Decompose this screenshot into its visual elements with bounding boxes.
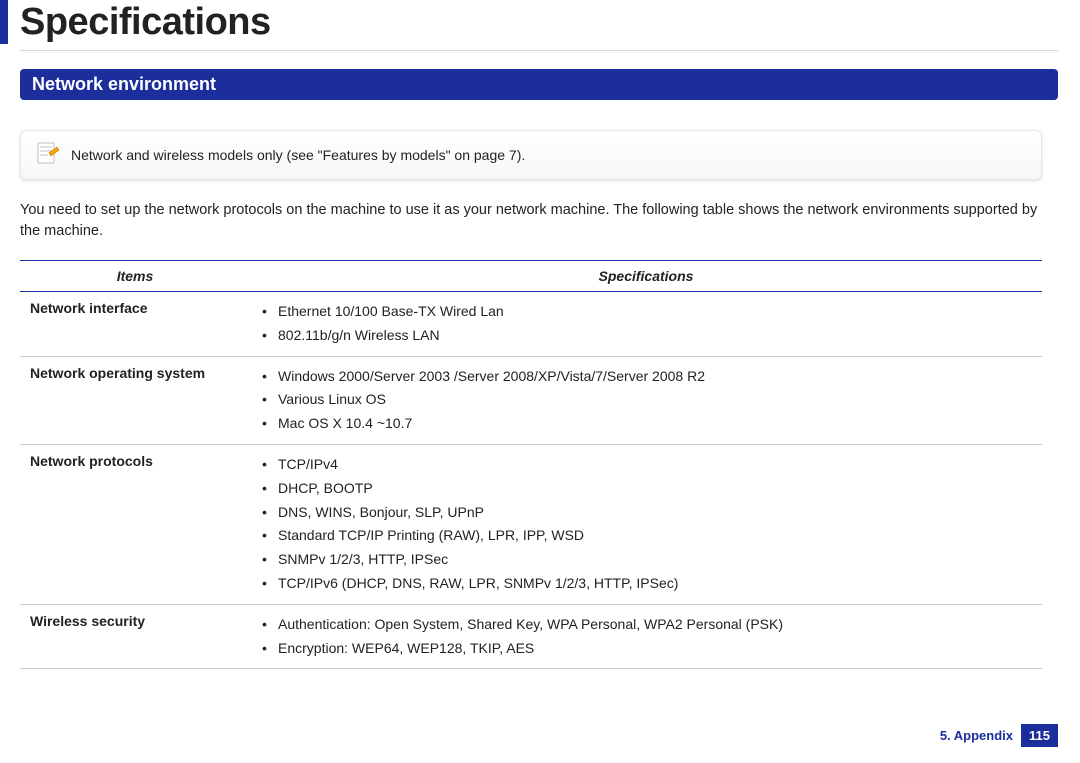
table-row: Network interface Ethernet 10/100 Base-T… [20,292,1042,357]
note-text: Network and wireless models only (see "F… [71,147,525,163]
table-row: Network protocols TCP/IPv4 DHCP, BOOTP D… [20,445,1042,605]
item-cell: Network interface [20,292,250,357]
list-item: Windows 2000/Server 2003 /Server 2008/XP… [260,365,1032,389]
table-header-row: Items Specifications [20,261,1042,292]
table-row: Network operating system Windows 2000/Se… [20,356,1042,444]
section-heading: Network environment [20,69,1058,100]
list-item: SNMPv 1/2/3, HTTP, IPSec [260,548,1032,572]
title-accent-bar [0,0,8,44]
list-item: Authentication: Open System, Shared Key,… [260,613,1032,637]
list-item: TCP/IPv4 [260,453,1032,477]
footer-chapter: 5. Appendix [940,728,1013,743]
spec-table: Items Specifications Network interface E… [20,260,1042,669]
title-underline [20,50,1058,51]
col-specs: Specifications [250,261,1042,292]
col-items: Items [20,261,250,292]
footer: 5. Appendix 115 [940,724,1058,747]
title-wrap: Specifications [0,0,1058,44]
list-item: DHCP, BOOTP [260,477,1032,501]
list-item: TCP/IPv6 (DHCP, DNS, RAW, LPR, SNMPv 1/2… [260,572,1032,596]
list-item: Various Linux OS [260,388,1032,412]
list-item: Encryption: WEP64, WEP128, TKIP, AES [260,637,1032,661]
spec-cell: Authentication: Open System, Shared Key,… [250,604,1042,669]
item-cell: Network operating system [20,356,250,444]
table-row: Wireless security Authentication: Open S… [20,604,1042,669]
list-item: 802.11b/g/n Wireless LAN [260,324,1032,348]
spec-cell: Windows 2000/Server 2003 /Server 2008/XP… [250,356,1042,444]
list-item: Mac OS X 10.4 ~10.7 [260,412,1032,436]
list-item: DNS, WINS, Bonjour, SLP, UPnP [260,501,1032,525]
page-title: Specifications [20,1,271,44]
intro-text: You need to set up the network protocols… [20,200,1042,242]
spec-cell: Ethernet 10/100 Base-TX Wired Lan 802.11… [250,292,1042,357]
note-icon [35,141,59,169]
spec-cell: TCP/IPv4 DHCP, BOOTP DNS, WINS, Bonjour,… [250,445,1042,605]
page: Specifications Network environment Netwo… [0,0,1080,763]
list-item: Ethernet 10/100 Base-TX Wired Lan [260,300,1032,324]
item-cell: Wireless security [20,604,250,669]
note-box: Network and wireless models only (see "F… [20,130,1042,180]
list-item: Standard TCP/IP Printing (RAW), LPR, IPP… [260,524,1032,548]
footer-page-number: 115 [1021,724,1058,747]
item-cell: Network protocols [20,445,250,605]
